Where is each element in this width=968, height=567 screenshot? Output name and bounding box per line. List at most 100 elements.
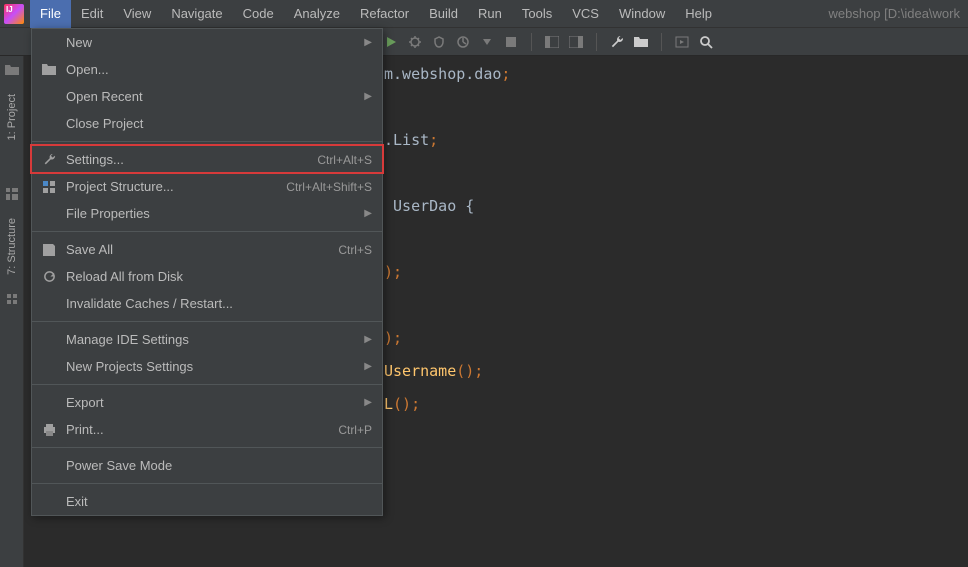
structure-tool-button[interactable]: 7: Structure	[6, 212, 18, 281]
menu-item-invalidate-caches-restart[interactable]: Invalidate Caches / Restart...	[32, 290, 382, 317]
project-path: webshop [D:\idea\work	[828, 6, 968, 21]
project-tool-button[interactable]: 1: Project	[6, 88, 18, 146]
menu-item-shortcut: Ctrl+Alt+S	[317, 153, 372, 167]
code-line: );	[384, 256, 968, 289]
file-menu-dropdown: New▶Open...Open Recent▶Close ProjectSett…	[31, 28, 383, 516]
menu-item-label: Open...	[66, 62, 372, 77]
menu-item-open[interactable]: Open...	[32, 56, 382, 83]
menu-item-label: Settings...	[66, 152, 317, 167]
reload-icon	[40, 269, 58, 285]
blank-icon	[40, 206, 58, 222]
blank-icon	[40, 458, 58, 474]
menu-code[interactable]: Code	[233, 0, 284, 28]
menu-item-shortcut: Ctrl+S	[338, 243, 372, 257]
search-icon[interactable]	[698, 34, 714, 50]
toolbar-separator	[661, 33, 662, 51]
code-line	[384, 157, 968, 190]
submenu-arrow-icon: ▶	[364, 334, 372, 345]
folder-icon	[40, 62, 58, 78]
menu-item-new-projects-settings[interactable]: New Projects Settings ▶	[32, 353, 382, 380]
menu-separator	[32, 447, 382, 448]
blank-icon	[40, 332, 58, 348]
menu-item-label: Export	[66, 395, 356, 410]
menu-item-label: Exit	[66, 494, 372, 509]
menu-separator	[32, 231, 382, 232]
code-line	[384, 289, 968, 322]
run-icon[interactable]	[383, 34, 399, 50]
layout2-icon[interactable]	[568, 34, 584, 50]
more-icon[interactable]	[479, 34, 495, 50]
menu-item-label: Invalidate Caches / Restart...	[66, 296, 372, 311]
menu-item-label: Power Save Mode	[66, 458, 372, 473]
app-icon	[4, 4, 24, 24]
submenu-arrow-icon: ▶	[364, 397, 372, 408]
menu-item-settings[interactable]: Settings...Ctrl+Alt+S	[32, 146, 382, 173]
code-line: .List;	[384, 124, 968, 157]
menu-item-exit[interactable]: Exit	[32, 488, 382, 515]
code-line: UserDao {	[384, 190, 968, 223]
print-icon	[40, 422, 58, 438]
code-line: Username();	[384, 355, 968, 388]
blank-icon	[40, 89, 58, 105]
stop-icon[interactable]	[503, 34, 519, 50]
blank-icon	[40, 494, 58, 510]
wrench-icon[interactable]	[609, 34, 625, 50]
left-gutter: 1: Project 7: Structure	[0, 56, 24, 567]
folder-icon[interactable]	[0, 56, 24, 84]
menu-item-print[interactable]: Print...Ctrl+P	[32, 416, 382, 443]
blank-icon	[40, 359, 58, 375]
folder-icon[interactable]	[633, 34, 649, 50]
menu-item-label: Close Project	[66, 116, 372, 131]
menu-tools[interactable]: Tools	[512, 0, 562, 28]
menu-item-close-project[interactable]: Close Project	[32, 110, 382, 137]
code-line: L();	[384, 388, 968, 421]
menu-analyze[interactable]: Analyze	[284, 0, 350, 28]
coverage-icon[interactable]	[431, 34, 447, 50]
debug-icon[interactable]	[407, 34, 423, 50]
menu-item-label: Manage IDE Settings	[66, 332, 356, 347]
menu-item-open-recent[interactable]: Open Recent ▶	[32, 83, 382, 110]
menu-item-label: Open Recent	[66, 89, 356, 104]
menu-edit[interactable]: Edit	[71, 0, 113, 28]
code-line	[384, 91, 968, 124]
menu-item-new[interactable]: New▶	[32, 29, 382, 56]
code-line: );	[384, 322, 968, 355]
structure-icon	[40, 179, 58, 195]
submenu-arrow-icon: ▶	[364, 208, 372, 219]
more-tool-icon[interactable]	[0, 285, 24, 313]
menu-item-label: Save All	[66, 242, 338, 257]
menu-window[interactable]: Window	[609, 0, 675, 28]
code-line	[384, 223, 968, 256]
menu-item-file-properties[interactable]: File Properties▶	[32, 200, 382, 227]
layout1-icon[interactable]	[544, 34, 560, 50]
menu-run[interactable]: Run	[468, 0, 512, 28]
menu-item-export[interactable]: Export ▶	[32, 389, 382, 416]
menu-view[interactable]: View	[113, 0, 161, 28]
menu-item-manage-ide-settings[interactable]: Manage IDE Settings ▶	[32, 326, 382, 353]
menu-vcs[interactable]: VCS	[562, 0, 609, 28]
code-line: m.webshop.dao;	[384, 58, 968, 91]
wrench-icon	[40, 152, 58, 168]
menu-file[interactable]: File	[30, 0, 71, 28]
menu-item-save-all[interactable]: Save AllCtrl+S	[32, 236, 382, 263]
deploy-icon[interactable]	[674, 34, 690, 50]
menu-item-reload-all-from-disk[interactable]: Reload All from Disk	[32, 263, 382, 290]
structure-icon[interactable]	[0, 180, 24, 208]
submenu-arrow-icon: ▶	[364, 361, 372, 372]
submenu-arrow-icon: ▶	[364, 91, 372, 102]
menu-refactor[interactable]: Refactor	[350, 0, 419, 28]
menu-item-shortcut: Ctrl+P	[338, 423, 372, 437]
menu-item-label: Project Structure...	[66, 179, 286, 194]
menu-item-label: New	[66, 35, 356, 50]
menu-help[interactable]: Help	[675, 0, 722, 28]
menubar: FileEditViewNavigateCodeAnalyzeRefactorB…	[0, 0, 968, 28]
profile-icon[interactable]	[455, 34, 471, 50]
menu-separator	[32, 141, 382, 142]
menu-build[interactable]: Build	[419, 0, 468, 28]
menu-separator	[32, 384, 382, 385]
blank-icon	[40, 296, 58, 312]
menu-item-project-structure[interactable]: Project Structure...Ctrl+Alt+Shift+S	[32, 173, 382, 200]
menu-item-label: New Projects Settings	[66, 359, 356, 374]
menu-item-power-save-mode[interactable]: Power Save Mode	[32, 452, 382, 479]
menu-navigate[interactable]: Navigate	[161, 0, 232, 28]
